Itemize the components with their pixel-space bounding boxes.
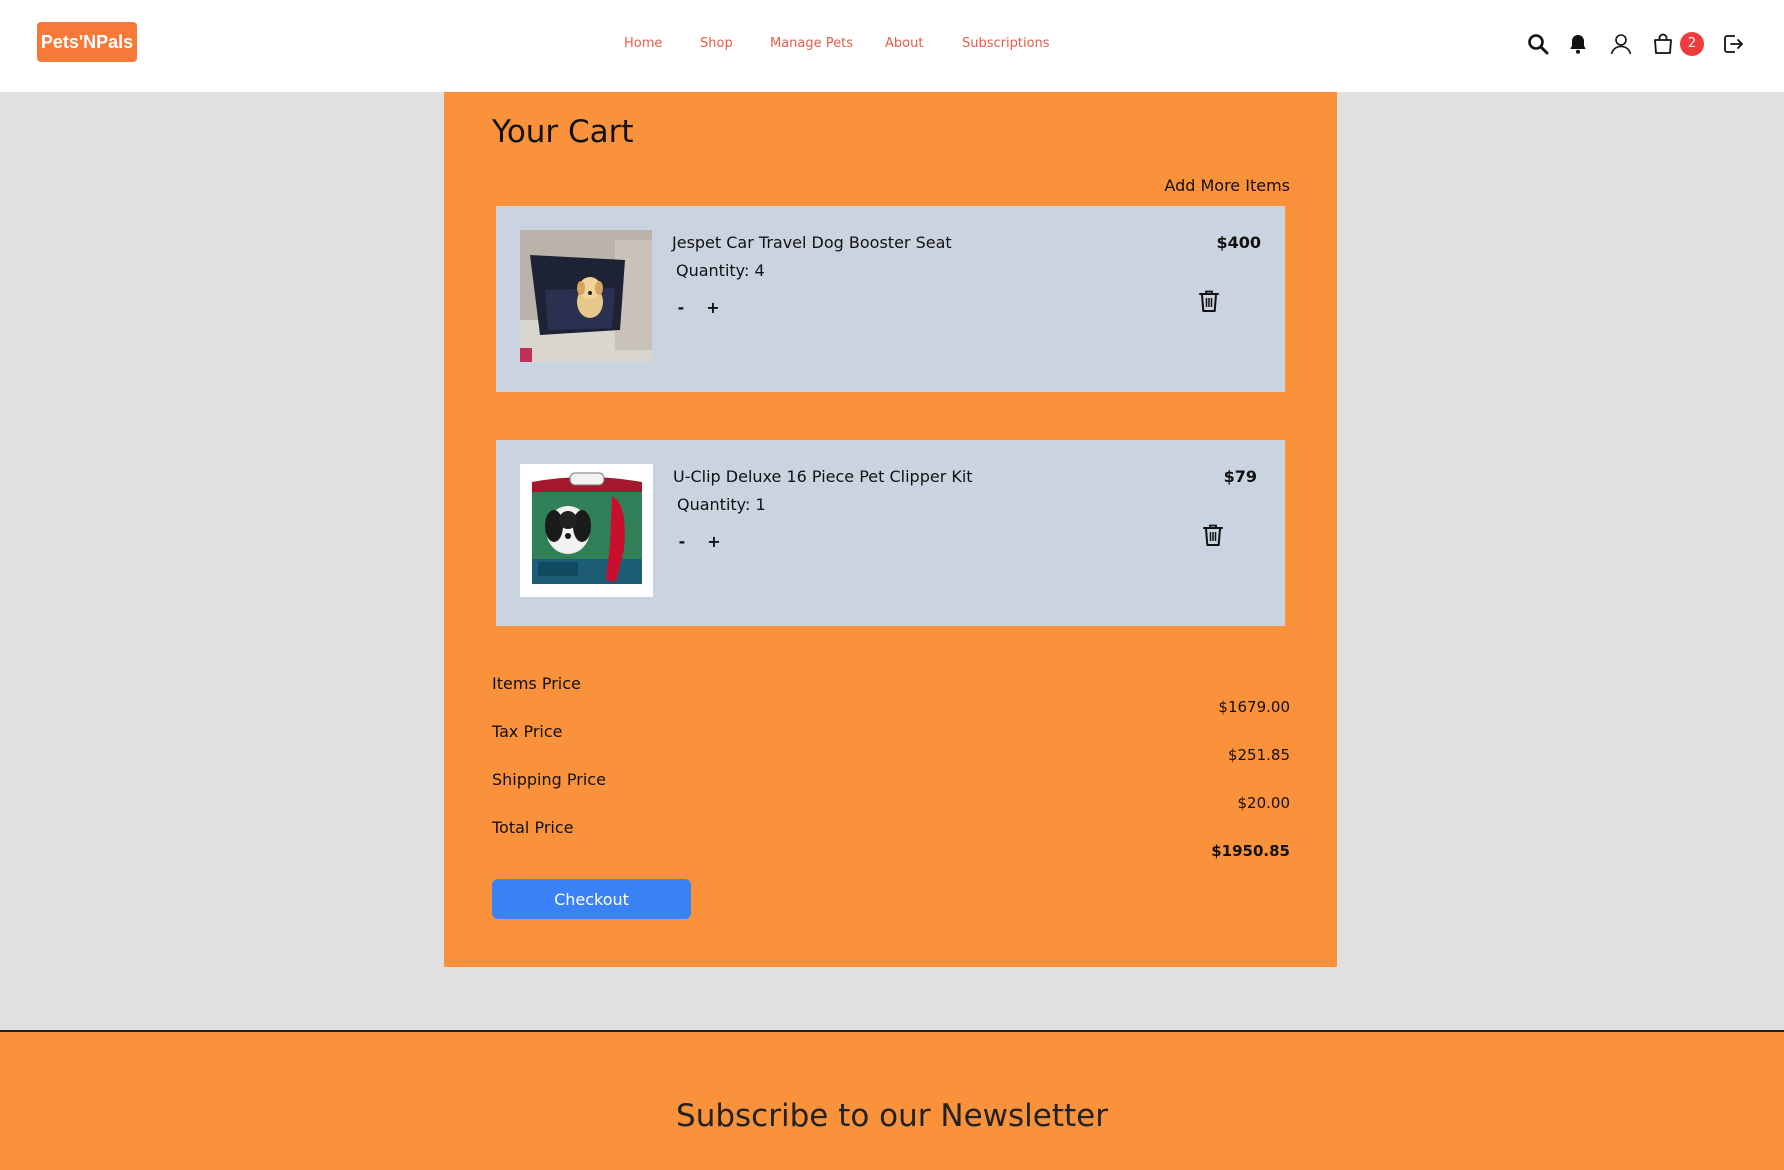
- main-nav: Home Shop Manage Pets About Subscription…: [0, 36, 1784, 56]
- header: Pets'NPals Home Shop Manage Pets About S…: [0, 0, 1784, 92]
- newsletter-title: Subscribe to our Newsletter: [676, 1098, 1108, 1134]
- trash-icon[interactable]: [1197, 288, 1221, 314]
- newsletter-footer: Subscribe to our Newsletter: [0, 1030, 1784, 1170]
- logout-icon[interactable]: [1720, 31, 1746, 57]
- shipping-price-label: Shipping Price: [492, 770, 606, 789]
- item-price: $79: [1223, 467, 1257, 486]
- decrease-quantity-button[interactable]: -: [674, 298, 688, 317]
- product-image: [520, 464, 653, 597]
- tax-price-value: $251.85: [1227, 746, 1290, 764]
- tax-price-label: Tax Price: [492, 722, 563, 741]
- cart-panel: Your Cart Add More Items Jespet Car Trav…: [444, 92, 1337, 967]
- item-name: Jespet Car Travel Dog Booster Seat: [672, 233, 952, 252]
- user-icon[interactable]: [1608, 31, 1634, 57]
- bell-icon[interactable]: [1565, 31, 1591, 57]
- shipping-price-value: $20.00: [1237, 794, 1291, 812]
- cart-item: Jespet Car Travel Dog Booster Seat Quant…: [496, 206, 1285, 392]
- checkout-button[interactable]: Checkout: [492, 879, 691, 919]
- cart-item: U-Clip Deluxe 16 Piece Pet Clipper Kit Q…: [496, 440, 1285, 626]
- add-more-items-link[interactable]: Add More Items: [1164, 176, 1290, 195]
- total-price-label: Total Price: [492, 818, 574, 837]
- nav-manage-pets[interactable]: Manage Pets: [770, 36, 853, 51]
- nav-about[interactable]: About: [885, 36, 923, 51]
- nav-subscriptions[interactable]: Subscriptions: [962, 36, 1050, 51]
- cart-count-badge: 2: [1680, 32, 1704, 56]
- trash-icon[interactable]: [1201, 522, 1225, 548]
- page-title: Your Cart: [492, 114, 634, 150]
- increase-quantity-button[interactable]: +: [707, 532, 721, 551]
- decrease-quantity-button[interactable]: -: [675, 532, 689, 551]
- product-image: [520, 230, 652, 362]
- nav-home[interactable]: Home: [624, 36, 662, 51]
- nav-shop[interactable]: Shop: [700, 36, 733, 51]
- increase-quantity-button[interactable]: +: [706, 298, 720, 317]
- items-price-value: $1679.00: [1218, 698, 1290, 716]
- item-price: $400: [1216, 233, 1261, 252]
- item-quantity: Quantity: 1: [677, 495, 766, 514]
- total-price-value: $1950.85: [1211, 842, 1290, 860]
- items-price-label: Items Price: [492, 674, 581, 693]
- item-quantity: Quantity: 4: [676, 261, 765, 280]
- item-name: U-Clip Deluxe 16 Piece Pet Clipper Kit: [673, 467, 973, 486]
- search-icon[interactable]: [1525, 31, 1551, 57]
- shopping-bag-icon[interactable]: [1650, 31, 1676, 57]
